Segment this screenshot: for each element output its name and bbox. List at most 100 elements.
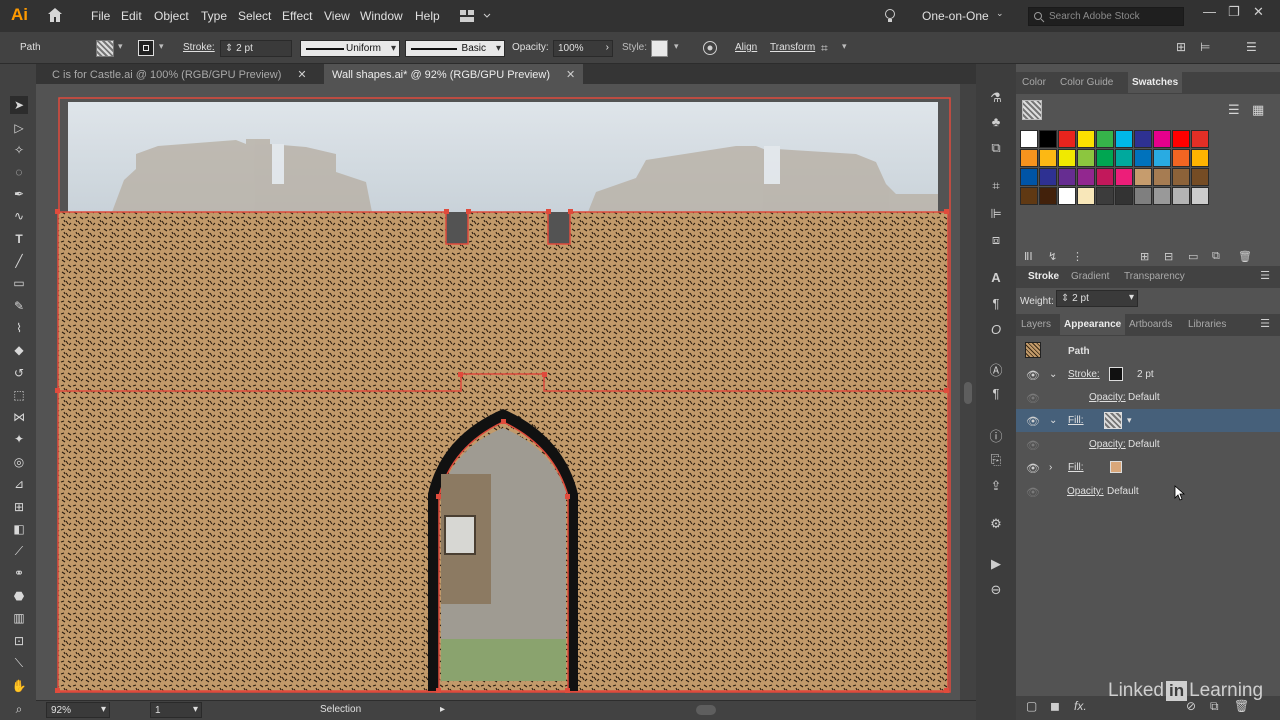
appearance-row-fill-solid[interactable]: 👁 › Fill: [1016, 456, 1280, 479]
info-panel-icon[interactable]: ⓘ [986, 426, 1006, 444]
visibility-eye-icon[interactable]: 👁 [1026, 439, 1040, 452]
pen-tool-icon[interactable]: ✒ [10, 185, 28, 203]
stroke-color-swatch[interactable] [1109, 367, 1123, 381]
transform-panel-icon[interactable]: ⌗ [986, 178, 1006, 196]
tab-stroke[interactable]: Stroke [1028, 271, 1059, 282]
fill-row-label[interactable]: Fill: [1068, 462, 1084, 473]
scroll-thumb[interactable] [964, 382, 972, 404]
opentype-panel-icon[interactable]: O [986, 322, 1006, 340]
color-swatch[interactable] [1153, 168, 1171, 186]
paragraph-panel-icon[interactable]: ¶ [986, 296, 1006, 314]
color-swatch[interactable] [1172, 149, 1190, 167]
color-swatch[interactable] [1020, 187, 1038, 205]
menu-effect[interactable]: Effect [282, 9, 312, 23]
zoom-field[interactable]: 92% ▾ [46, 702, 110, 718]
panel-menu-icon[interactable]: ☰ [1260, 269, 1270, 282]
stroke-row-label[interactable]: Stroke: [1068, 369, 1100, 380]
place-swatch-icon[interactable]: ↯ [1048, 250, 1057, 263]
stroke-dropdown-icon[interactable]: ▾ [159, 41, 164, 52]
tab-appearance[interactable]: Appearance [1060, 314, 1126, 335]
menu-help[interactable]: Help [415, 9, 440, 23]
panel-menu-icon[interactable]: ☰ [1260, 317, 1270, 330]
appearance-row-opacity[interactable]: 👁 Opacity: Default [1016, 480, 1280, 503]
show-kinds-icon[interactable]: ⋮ [1072, 250, 1083, 263]
visibility-eye-icon[interactable]: 👁 [1026, 462, 1040, 475]
type-tool-icon[interactable]: T [10, 230, 28, 248]
tab-color[interactable]: Color [1022, 77, 1046, 88]
opacity-row-label[interactable]: Opacity: [1089, 439, 1126, 450]
color-panel-icon[interactable]: ⚗ [986, 90, 1006, 108]
tab-libraries[interactable]: Libraries [1188, 319, 1226, 330]
close-tab-icon[interactable]: ✕ [566, 69, 575, 81]
color-swatch[interactable] [1153, 187, 1171, 205]
opacity-field[interactable]: 100% › [553, 40, 613, 57]
menu-window[interactable]: Window [360, 9, 403, 23]
character-styles-icon[interactable]: Ⓐ [986, 360, 1006, 378]
color-swatch[interactable] [1115, 168, 1133, 186]
grid-view-icon[interactable]: ▦ [1252, 102, 1264, 118]
appearance-row-fill-opacity[interactable]: 👁 Opacity: Default [1016, 433, 1280, 456]
color-swatch[interactable] [1153, 149, 1171, 167]
arrange-documents-icon[interactable] [460, 9, 492, 23]
swatch-options-icon[interactable]: ⊞ [1140, 250, 1149, 263]
artboard-tool-icon[interactable]: ⊡ [10, 632, 28, 650]
character-panel-icon[interactable]: A [986, 270, 1006, 288]
vertical-scrollbar[interactable] [960, 84, 976, 700]
color-swatch[interactable] [1096, 130, 1114, 148]
brush-select[interactable]: Basic ▾ [405, 40, 505, 57]
color-swatch[interactable] [1134, 149, 1152, 167]
artwork[interactable] [36, 84, 960, 700]
shaper-tool-icon[interactable]: ⌇ [10, 319, 28, 337]
appearance-row-stroke[interactable]: 👁 ⌄ Stroke: 2 pt [1016, 363, 1280, 386]
color-swatch[interactable] [1058, 168, 1076, 186]
fill-swatch[interactable] [96, 40, 114, 57]
workspace-switcher[interactable]: One-on-One [922, 9, 989, 23]
magic-wand-tool-icon[interactable]: ✧ [10, 141, 28, 159]
tab-transparency[interactable]: Transparency [1124, 271, 1185, 282]
expand-chevron-icon[interactable]: ⌄ [1049, 369, 1057, 380]
add-effect-icon[interactable]: fx. [1074, 699, 1087, 713]
minimize-icon[interactable]: — [1203, 4, 1216, 19]
swatch-libraries-icon[interactable]: ⅡⅠ [1024, 250, 1033, 263]
mesh-tool-icon[interactable]: ⊞ [10, 498, 28, 516]
opacity-row-label[interactable]: Opacity: [1089, 392, 1126, 403]
fill-color-swatch[interactable] [1110, 461, 1122, 473]
lightbulb-icon[interactable] [884, 8, 896, 24]
fill-pattern-swatch[interactable] [1104, 412, 1122, 429]
image-trace-icon[interactable]: ⧉ [986, 140, 1006, 158]
stepper-icon[interactable]: ⇕ [1061, 293, 1069, 304]
color-swatch[interactable] [1077, 168, 1095, 186]
opacity-label[interactable]: Opacity: [512, 42, 549, 53]
color-swatch[interactable] [1096, 168, 1114, 186]
color-swatch[interactable] [1191, 130, 1209, 148]
column-graph-tool-icon[interactable]: ▥ [10, 609, 28, 627]
color-swatch[interactable] [1039, 187, 1057, 205]
direct-selection-tool-icon[interactable]: ▷ [10, 119, 28, 137]
color-swatch[interactable] [1077, 187, 1095, 205]
color-swatch[interactable] [1115, 149, 1133, 167]
isolate-icon[interactable]: ⌗ [821, 41, 828, 56]
stepper-icon[interactable]: ⇕ [225, 43, 233, 54]
scale-tool-icon[interactable]: ⬚ [10, 386, 28, 404]
expand-chevron-icon[interactable]: ⌄ [1049, 415, 1057, 426]
color-swatch[interactable] [1134, 168, 1152, 186]
tab-color-guide[interactable]: Color Guide [1060, 77, 1113, 88]
menu-view[interactable]: View [324, 9, 350, 23]
blend-tool-icon[interactable]: ⚭ [10, 564, 28, 582]
tab-layers[interactable]: Layers [1021, 319, 1051, 330]
stock-search-input[interactable]: Search Adobe Stock [1028, 7, 1184, 26]
color-swatch[interactable] [1096, 149, 1114, 167]
weight-field[interactable]: ⇕ 2 pt ▾ [1056, 290, 1138, 307]
stroke-weight-field[interactable]: ⇕ 2 pt [220, 40, 292, 57]
color-swatch[interactable] [1020, 130, 1038, 148]
fill-row-label[interactable]: Fill: [1068, 415, 1084, 426]
expand-chevron-icon[interactable]: › [1049, 462, 1052, 473]
new-color-group-icon[interactable]: ⊟ [1164, 250, 1173, 263]
puppet-warp-tool-icon[interactable]: ✦ [10, 430, 28, 448]
align-link[interactable]: Align [735, 42, 757, 53]
rectangle-tool-icon[interactable]: ▭ [10, 274, 28, 292]
shape-builder-tool-icon[interactable]: ◎ [10, 453, 28, 471]
chevron-down-icon[interactable]: ▾ [1129, 292, 1134, 303]
tab-castle-document[interactable]: C is for Castle.ai @ 100% (RGB/GPU Previ… [44, 64, 315, 84]
artboard-field[interactable]: 1 ▾ [150, 702, 202, 718]
